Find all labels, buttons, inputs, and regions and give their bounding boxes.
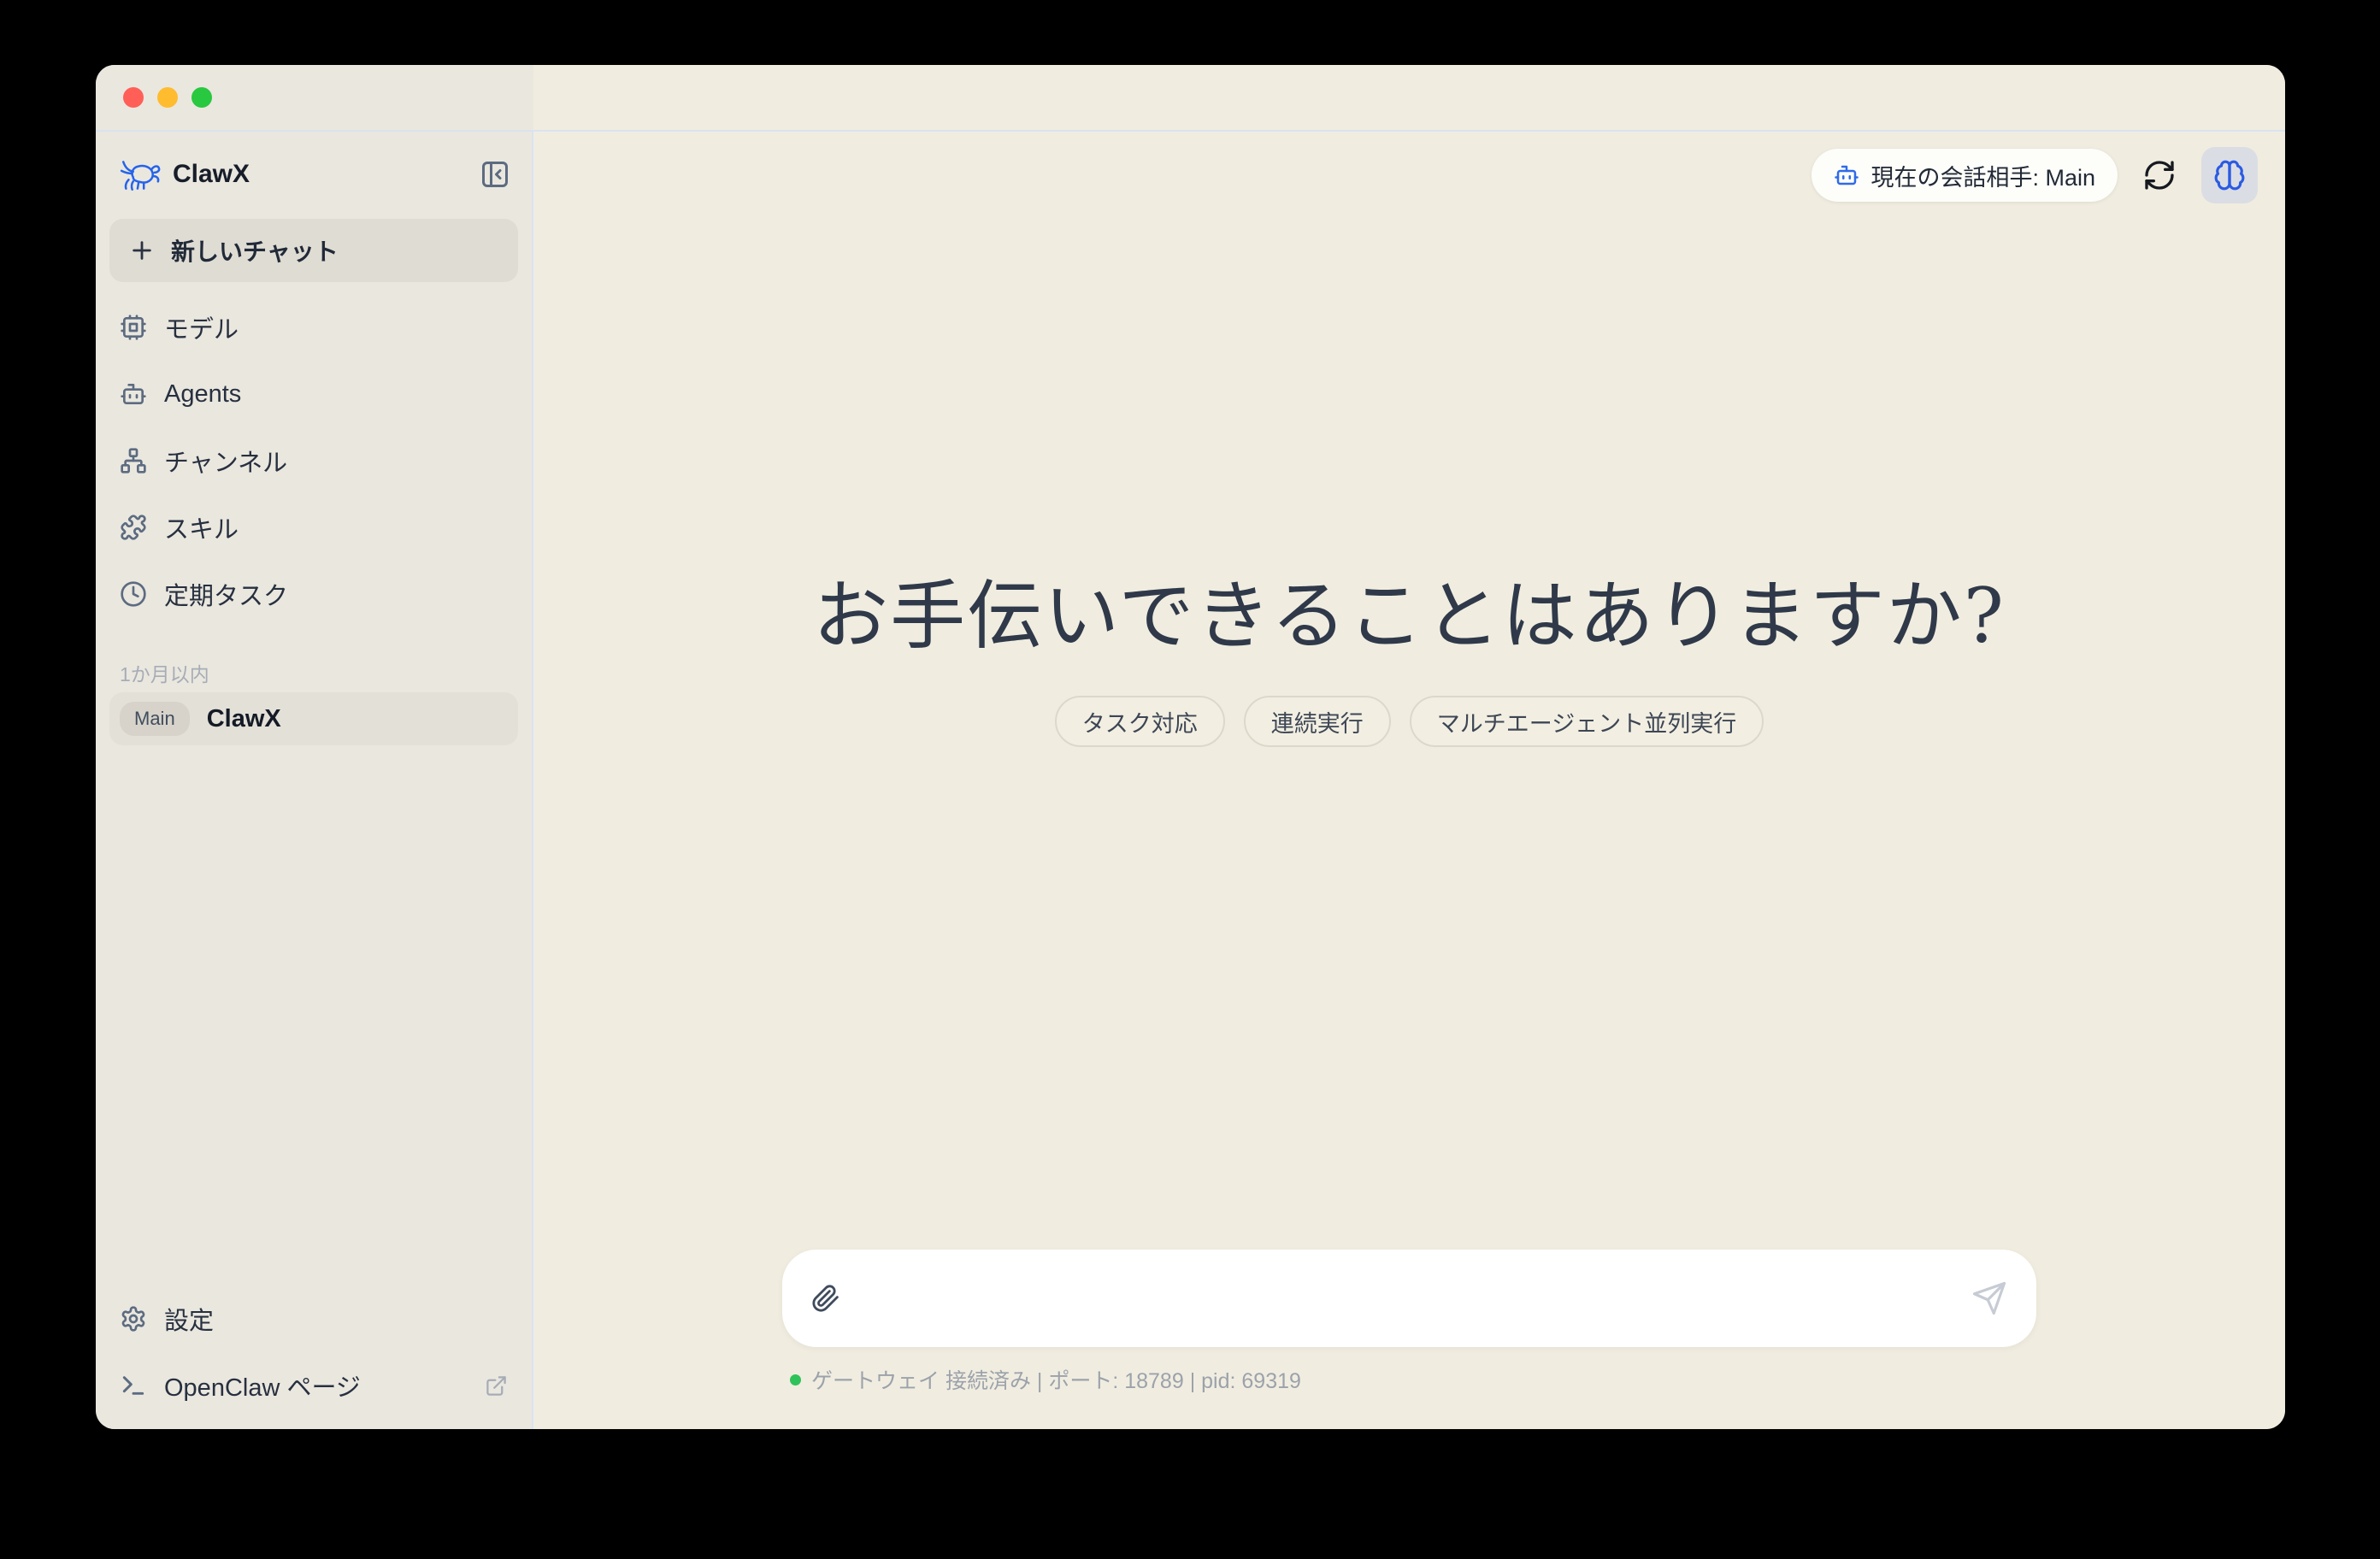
suggestion-pill-continuous-run[interactable]: 連続実行: [1244, 696, 1391, 747]
plus-icon: [128, 237, 156, 264]
memory-button[interactable]: [2201, 147, 2258, 203]
puzzle-icon: [120, 514, 147, 541]
sidebar-item-label: 定期タスク: [164, 576, 508, 612]
conversation-partner-label: 現在の会話相手: Main: [1870, 159, 2095, 192]
send-icon: [1971, 1280, 2007, 1316]
sidebar-item-skills[interactable]: スキル: [109, 494, 518, 561]
robot-icon: [1834, 162, 1859, 188]
suggestion-pills: タスク対応 連続実行 マルチエージェント並列実行: [533, 696, 2285, 747]
sidebar-item-label: OpenClaw ページ: [164, 1368, 468, 1403]
sidebar-item-settings[interactable]: 設定: [109, 1285, 518, 1352]
sidebar-item-label: 設定: [164, 1301, 508, 1337]
external-link-icon: [485, 1374, 508, 1397]
close-button[interactable]: [123, 87, 144, 108]
sidebar-nav: モデル Agents: [109, 294, 518, 627]
welcome-heading: お手伝いできることはありますか?: [533, 556, 2285, 664]
brain-icon: [2213, 159, 2246, 191]
new-chat-label: 新しいチャット: [171, 233, 339, 268]
history-section-label: 1か月以内: [120, 658, 518, 687]
clock-icon: [120, 580, 147, 608]
network-icon: [120, 447, 147, 474]
sidebar-item-scheduled-tasks[interactable]: 定期タスク: [109, 561, 518, 627]
traffic-lights: [123, 87, 212, 108]
chat-history-item[interactable]: Main ClawX: [109, 692, 518, 745]
sidebar-item-label: スキル: [164, 509, 508, 545]
chat-history-title: ClawX: [207, 705, 281, 733]
send-button[interactable]: [1971, 1280, 2007, 1316]
cpu-icon: [120, 314, 147, 341]
sidebar-item-label: チャンネル: [164, 443, 508, 479]
conversation-partner-badge[interactable]: 現在の会話相手: Main: [1812, 149, 2118, 202]
paperclip-icon: [811, 1284, 840, 1313]
sidebar-item-agents[interactable]: Agents: [109, 361, 518, 427]
status-dot-icon: [790, 1374, 801, 1385]
message-input[interactable]: [859, 1250, 1953, 1347]
sidebar-spacer: [109, 745, 518, 1285]
sidebar: ClawX 新しいチャット: [96, 132, 533, 1429]
terminal-icon: [120, 1372, 147, 1399]
robot-icon: [120, 380, 147, 408]
window-body: ClawX 新しいチャット: [96, 132, 2285, 1429]
sidebar-item-models[interactable]: モデル: [109, 294, 518, 361]
sidebar-item-channels[interactable]: チャンネル: [109, 427, 518, 494]
gateway-status-bar: ゲートウェイ 接続済み | ポート: 18789 | pid: 69319: [790, 1364, 1301, 1395]
suggestion-pill-task-support[interactable]: タスク対応: [1055, 696, 1225, 747]
app-title: ClawX: [173, 160, 467, 189]
sidebar-item-label: モデル: [164, 309, 508, 345]
gear-icon: [120, 1305, 147, 1333]
sidebar-item-label: Agents: [164, 380, 508, 409]
lobster-icon: [118, 153, 161, 196]
attach-button[interactable]: [811, 1284, 840, 1313]
refresh-icon: [2142, 158, 2177, 192]
new-chat-button[interactable]: 新しいチャット: [109, 219, 518, 282]
top-controls: 現在の会話相手: Main: [1812, 147, 2258, 203]
sidebar-header: ClawX: [118, 152, 511, 197]
app-window: ClawX 新しいチャット: [96, 65, 2285, 1429]
composer: [782, 1250, 2036, 1347]
minimize-button[interactable]: [157, 87, 178, 108]
main-agent-badge: Main: [120, 702, 190, 736]
fullscreen-button[interactable]: [191, 87, 212, 108]
titlebar: [96, 65, 2285, 132]
panel-left-close-icon[interactable]: [479, 158, 511, 191]
refresh-button[interactable]: [2140, 156, 2179, 195]
gateway-status-text: ゲートウェイ 接続済み | ポート: 18789 | pid: 69319: [811, 1364, 1301, 1395]
main-area: 現在の会話相手: Main お手伝いできることはありますか?: [533, 132, 2285, 1429]
suggestion-pill-multi-agent[interactable]: マルチエージェント並列実行: [1410, 696, 1764, 747]
sidebar-item-openclaw-page[interactable]: OpenClaw ページ: [109, 1352, 518, 1419]
